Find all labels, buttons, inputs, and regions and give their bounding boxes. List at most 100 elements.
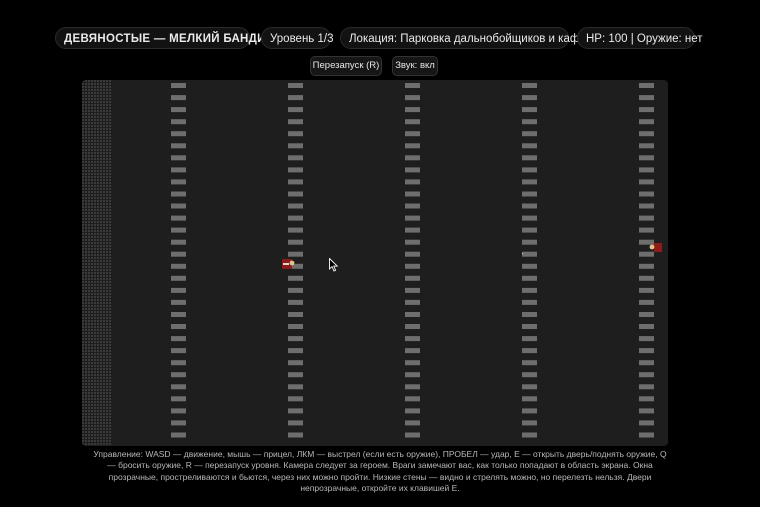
lane-marking xyxy=(639,95,654,101)
lane-marking xyxy=(171,143,186,149)
lane-marking xyxy=(522,396,537,402)
lane-marking xyxy=(405,336,420,342)
lane-marking xyxy=(522,107,537,113)
lane-marking xyxy=(639,179,654,185)
lane-marking xyxy=(171,239,186,245)
lane-marking xyxy=(288,143,303,149)
lane-marking xyxy=(405,408,420,414)
lane-marking xyxy=(171,348,186,354)
restart-button[interactable]: Перезапуск (R) xyxy=(310,56,382,76)
lane-marking xyxy=(171,432,186,438)
small-item xyxy=(522,253,523,254)
lane-marking xyxy=(171,396,186,402)
lane-marking xyxy=(171,119,186,125)
lane-marking xyxy=(405,227,420,233)
lane-marking xyxy=(522,263,537,269)
lane-marking xyxy=(639,155,654,161)
lane-marking xyxy=(288,348,303,354)
lane-marking xyxy=(405,348,420,354)
lane-marking xyxy=(522,191,537,197)
mouse-cursor-icon xyxy=(329,258,339,272)
arena-canvas[interactable] xyxy=(82,80,668,446)
lane-marking xyxy=(405,191,420,197)
lane-marking xyxy=(522,95,537,101)
lane-marking xyxy=(639,167,654,173)
lane-marking xyxy=(639,239,654,245)
lane-marking xyxy=(171,179,186,185)
lane-marking xyxy=(639,396,654,402)
lane-marking xyxy=(171,131,186,137)
lane-marking xyxy=(405,420,420,426)
lane-marking xyxy=(288,227,303,233)
lane-marking xyxy=(639,372,654,378)
lane-marking xyxy=(639,420,654,426)
lane-marking xyxy=(639,324,654,329)
lane-marking xyxy=(288,107,303,113)
lane-marking xyxy=(171,275,186,281)
lane-marking xyxy=(288,275,303,281)
lane-marking xyxy=(405,239,420,245)
lane-marking xyxy=(522,239,537,245)
lane-marking xyxy=(171,83,186,88)
game-arena[interactable] xyxy=(82,80,668,446)
lane-marking xyxy=(639,227,654,233)
lane-marking xyxy=(639,131,654,137)
location-label: Локация: Парковка дальнобойщиков и кафе xyxy=(340,27,586,49)
lane-marking xyxy=(171,227,186,233)
lane-marking xyxy=(639,348,654,354)
lane-marking xyxy=(288,167,303,173)
lane-marking xyxy=(405,299,420,305)
lane-marking xyxy=(171,215,186,221)
lane-marking xyxy=(171,251,186,257)
sound-toggle-button[interactable]: Звук: вкл xyxy=(392,56,438,76)
lane-marking xyxy=(522,384,537,390)
hud-bar: ДЕВЯНОСТЫЕ — МЕЛКИЙ БАНДИТ Уровень 1/3 Л… xyxy=(0,27,760,49)
lane-marking xyxy=(405,155,420,161)
lane-marking xyxy=(639,119,654,125)
lane-marking xyxy=(288,312,303,317)
lane-marking xyxy=(171,360,186,366)
lane-marking xyxy=(405,251,420,257)
lane-marking xyxy=(288,203,303,209)
lane-marking xyxy=(522,432,537,438)
lane-marking xyxy=(639,203,654,209)
lane-marking xyxy=(171,203,186,209)
lane-marking xyxy=(288,432,303,438)
lane-marking xyxy=(288,299,303,305)
lane-marking xyxy=(522,420,537,426)
lane-marking xyxy=(171,95,186,101)
lane-marking xyxy=(171,191,186,197)
enemy-left-stripe xyxy=(283,263,289,265)
lane-marking xyxy=(171,384,186,390)
lane-marking xyxy=(522,372,537,378)
control-buttons: Перезапуск (R) Звук: вкл xyxy=(0,56,760,76)
lane-marking xyxy=(522,299,537,305)
lane-marking xyxy=(639,251,654,257)
lane-marking xyxy=(288,239,303,245)
lane-marking xyxy=(171,287,186,293)
lane-marking xyxy=(171,336,186,342)
lane-marking xyxy=(639,408,654,414)
lane-marking xyxy=(522,227,537,233)
lane-marking xyxy=(171,155,186,161)
lane-marking xyxy=(639,215,654,221)
lane-marking xyxy=(288,372,303,378)
lane-marking xyxy=(405,384,420,390)
lane-marking xyxy=(405,396,420,402)
lane-marking xyxy=(639,191,654,197)
lane-marking xyxy=(288,324,303,329)
lane-marking xyxy=(288,119,303,125)
lane-marking xyxy=(405,131,420,137)
lane-marking xyxy=(288,384,303,390)
lane-marking xyxy=(405,275,420,281)
game-title: ДЕВЯНОСТЫЕ — МЕЛКИЙ БАНДИТ xyxy=(55,27,273,49)
lane-marking xyxy=(288,179,303,185)
lane-marking xyxy=(171,312,186,317)
lane-marking xyxy=(171,263,186,269)
lane-marking xyxy=(639,275,654,281)
lane-marking xyxy=(405,203,420,209)
lane-marking xyxy=(522,143,537,149)
lane-marking xyxy=(405,360,420,366)
lane-marking xyxy=(639,432,654,438)
lane-marking xyxy=(288,155,303,161)
